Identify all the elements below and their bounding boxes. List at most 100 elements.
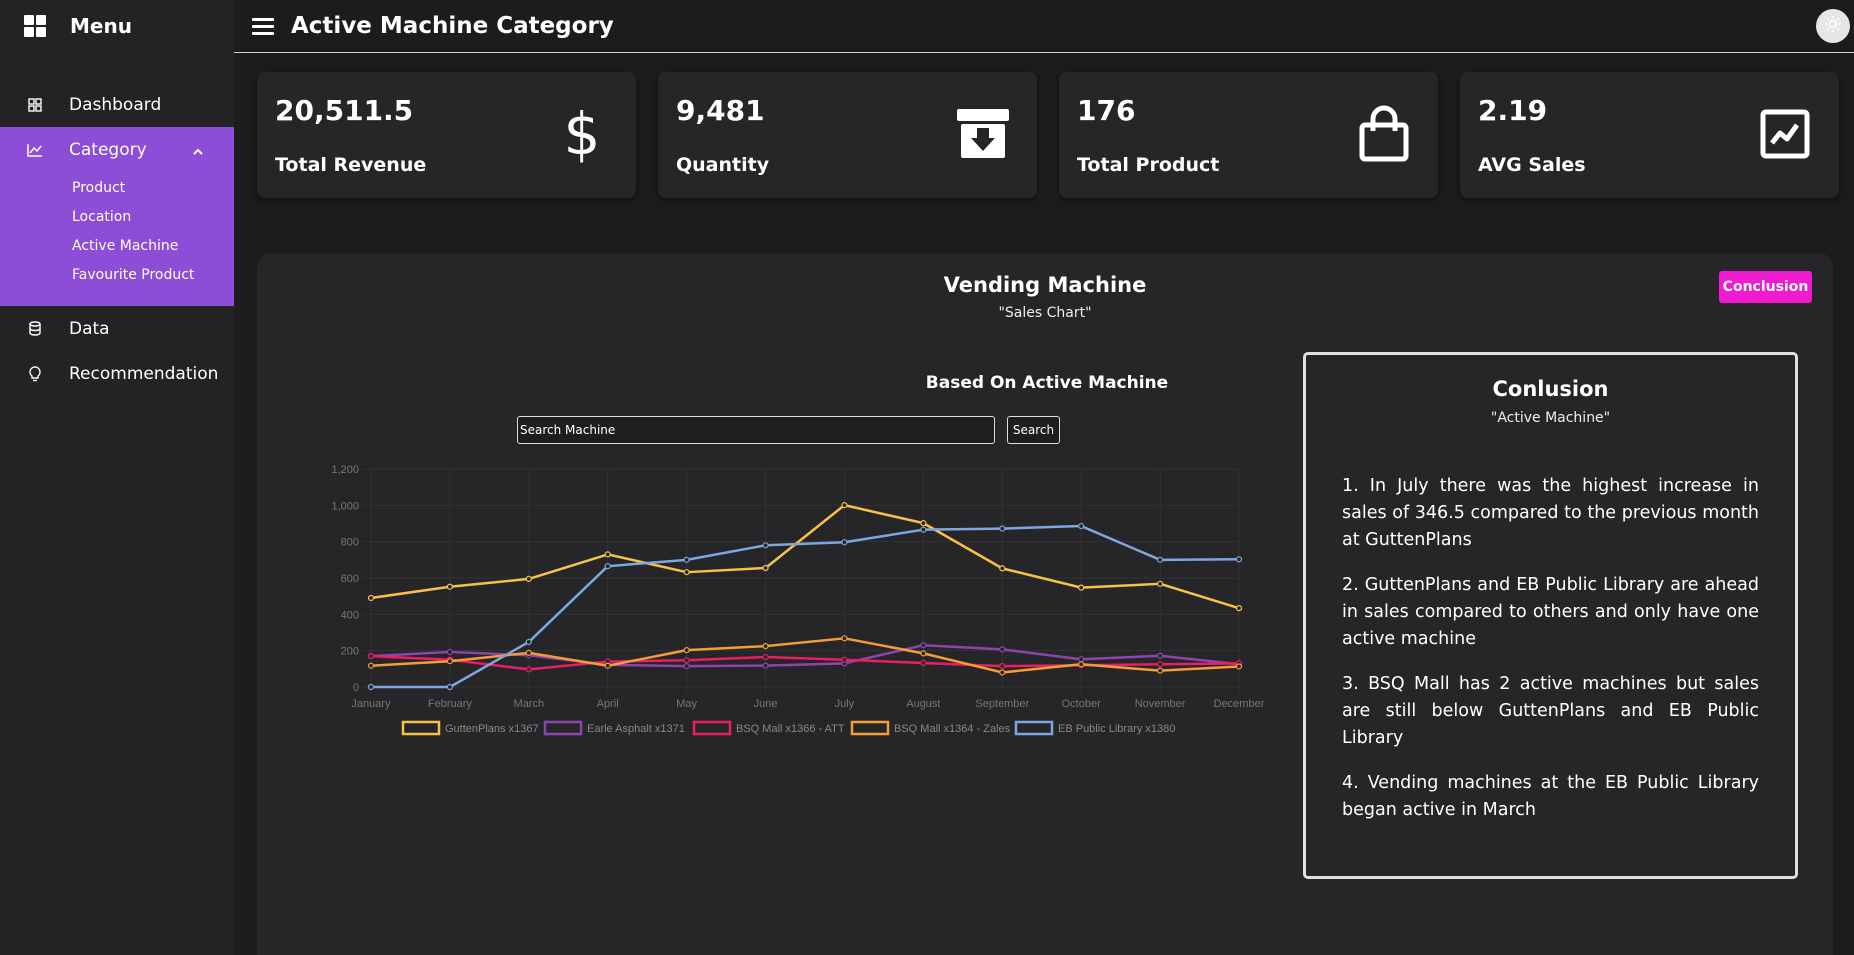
conclusion-point: 2. GuttenPlans and EB Public Library are… [1342,575,1759,649]
x-tick-label: June [754,698,778,710]
data-point [920,650,927,657]
data-point [683,657,690,664]
shopping-bag-icon [1352,102,1416,166]
x-tick-label: July [835,698,855,710]
data-point [841,656,848,663]
top-bar: Active Machine Category [234,0,1854,53]
sidebar-item-data[interactable]: Data [0,306,234,351]
windows-grid-icon [24,15,46,37]
theme-toggle-button[interactable] [1816,9,1850,43]
legend-swatch [850,720,890,736]
x-tick-label: August [906,698,940,710]
data-point [1156,661,1164,668]
hamburger-menu-icon[interactable] [252,14,274,39]
submenu-item-product[interactable]: Product [0,174,234,203]
conclusion-button[interactable]: Conclusion [1719,271,1812,303]
data-point [446,658,454,665]
data-point [525,575,532,583]
sun-icon [1824,15,1842,37]
data-point [604,563,611,570]
x-tick-label: November [1135,698,1186,710]
data-point [604,551,611,558]
data-point [683,647,690,654]
series-line [371,524,1240,689]
data-point [841,502,848,509]
stat-label: AVG Sales [1478,154,1586,176]
data-point [1078,656,1085,663]
data-point [446,683,454,691]
chevron-up-icon[interactable] [192,142,204,162]
line-chart: 0 200 400 600 800 1,000 1,200 January February Ma… [331,464,1265,736]
conclusion-points: 1. In July there was the highest increas… [1342,473,1759,842]
data-point [841,539,848,546]
data-point [446,648,454,656]
data-point [604,662,611,669]
data-point [367,662,375,669]
sidebar-item-dashboard[interactable]: Dashboard [0,82,234,127]
x-tick-label: March [514,698,545,710]
series-line [370,637,1240,674]
sales-chart-panel: Vending Machine "Sales Chart" Conclusion… [257,253,1833,955]
data-point [446,583,454,590]
legend-label: BSQ Mall x1364 - Zales [894,723,1011,735]
legend-label: Earle Asphalt x1371 [587,723,685,735]
data-point [920,526,927,533]
submenu-item-favourite-product[interactable]: Favourite Product [0,261,234,290]
legend-label: GuttenPlans x1367 [445,723,539,735]
data-point [1156,667,1164,674]
x-tick-label: May [676,698,697,710]
sidebar-header: Menu [0,0,234,52]
stat-value: 9,481 [676,94,765,127]
submenu-item-location[interactable]: Location [0,203,234,232]
stat-value: 176 [1077,94,1136,127]
stat-card-total-product: 176 Total Product [1059,72,1438,198]
y-tick-label: 1,000 [331,500,359,512]
conclusion-title: Conlusion [1492,377,1609,401]
y-tick-label: 600 [341,573,359,585]
sidebar-nav: Dashboard Category Product Location Acti… [0,82,234,396]
stat-label: Total Revenue [275,154,427,176]
legend-swatch [401,720,441,736]
data-point [367,594,375,602]
data-point [1156,580,1164,587]
archive-download-icon [951,102,1015,166]
data-point [762,564,769,572]
data-point [920,642,927,649]
data-point [762,662,769,669]
sidebar-item-category[interactable]: Category [0,127,234,172]
line-chart-icon [27,142,43,158]
conclusion-point: 4. Vending machines at the EB Public Lib… [1342,773,1759,820]
stat-card-revenue: 20,511.5 Total Revenue $ [257,72,636,198]
y-tick-label: 0 [353,682,359,694]
data-point [762,542,769,549]
data-point [525,638,532,646]
data-point [999,646,1006,653]
data-point [683,569,690,576]
sidebar-item-label: Recommendation [69,363,219,384]
page-title: Active Machine Category [291,13,614,39]
data-point [367,653,375,660]
data-point [920,520,927,527]
data-point [1235,663,1243,670]
conclusion-point: 3. BSQ Mall has 2 active machines but sa… [1342,674,1759,748]
data-point [999,669,1006,676]
data-point [1235,605,1243,612]
stat-label: Quantity [676,154,770,176]
stat-card-avg-sales: 2.19 AVG Sales [1460,72,1839,198]
data-point [1235,556,1243,563]
sidebar-item-label: Dashboard [69,94,162,115]
stat-label: Total Product [1077,154,1220,176]
x-tick-label: April [597,698,619,710]
x-tick-label: December [1214,698,1265,710]
x-tick-label: September [975,698,1029,710]
category-submenu: Product Location Active Machine Favourit… [0,172,234,306]
sidebar-item-label: Data [69,318,110,339]
sidebar-item-recommendation[interactable]: Recommendation [0,351,234,396]
x-tick-label: January [351,698,391,710]
data-point [1156,556,1164,563]
sidebar-item-label: Category [69,139,147,160]
data-point [1156,652,1164,659]
sidebar-title: Menu [70,14,132,38]
submenu-item-active-machine[interactable]: Active Machine [0,232,234,261]
data-point [999,565,1006,572]
